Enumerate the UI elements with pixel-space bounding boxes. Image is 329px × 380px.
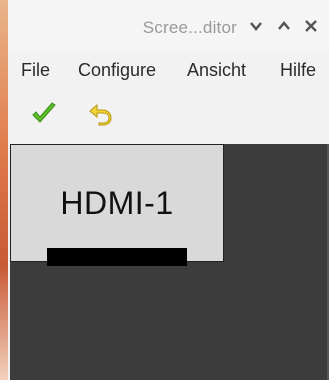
monitor-label: HDMI-1 [60, 185, 174, 221]
apply-button[interactable] [30, 100, 58, 128]
window-title: Scree...ditor [142, 18, 237, 37]
menu-ansicht[interactable]: Ansicht [187, 60, 246, 81]
toolbar [8, 88, 329, 144]
minimize-button[interactable] [246, 16, 266, 36]
title-bar[interactable]: Scree...ditor [8, 0, 329, 52]
close-button[interactable] [301, 16, 321, 36]
close-icon [305, 20, 317, 32]
desktop-background-strip [0, 0, 8, 380]
maximize-button[interactable] [274, 16, 294, 36]
undo-arrow-icon [89, 103, 112, 126]
monitor-stand [47, 248, 187, 266]
menu-file[interactable]: File [21, 60, 50, 81]
menu-bar: File Configure Ansicht Hilfe [8, 52, 329, 88]
monitor-hdmi-1[interactable]: HDMI-1 [10, 144, 224, 262]
menu-hilfe[interactable]: Hilfe [280, 60, 316, 81]
undo-button[interactable] [86, 100, 114, 128]
chevron-up-icon [278, 21, 290, 30]
checkmark-icon [32, 102, 56, 123]
layout-canvas[interactable]: HDMI-1 [10, 144, 329, 380]
menu-configure[interactable]: Configure [78, 60, 156, 81]
screen-layout-editor-window: Scree...ditor File Configure Ansicht Hil… [0, 0, 329, 380]
chevron-down-icon [250, 22, 262, 31]
